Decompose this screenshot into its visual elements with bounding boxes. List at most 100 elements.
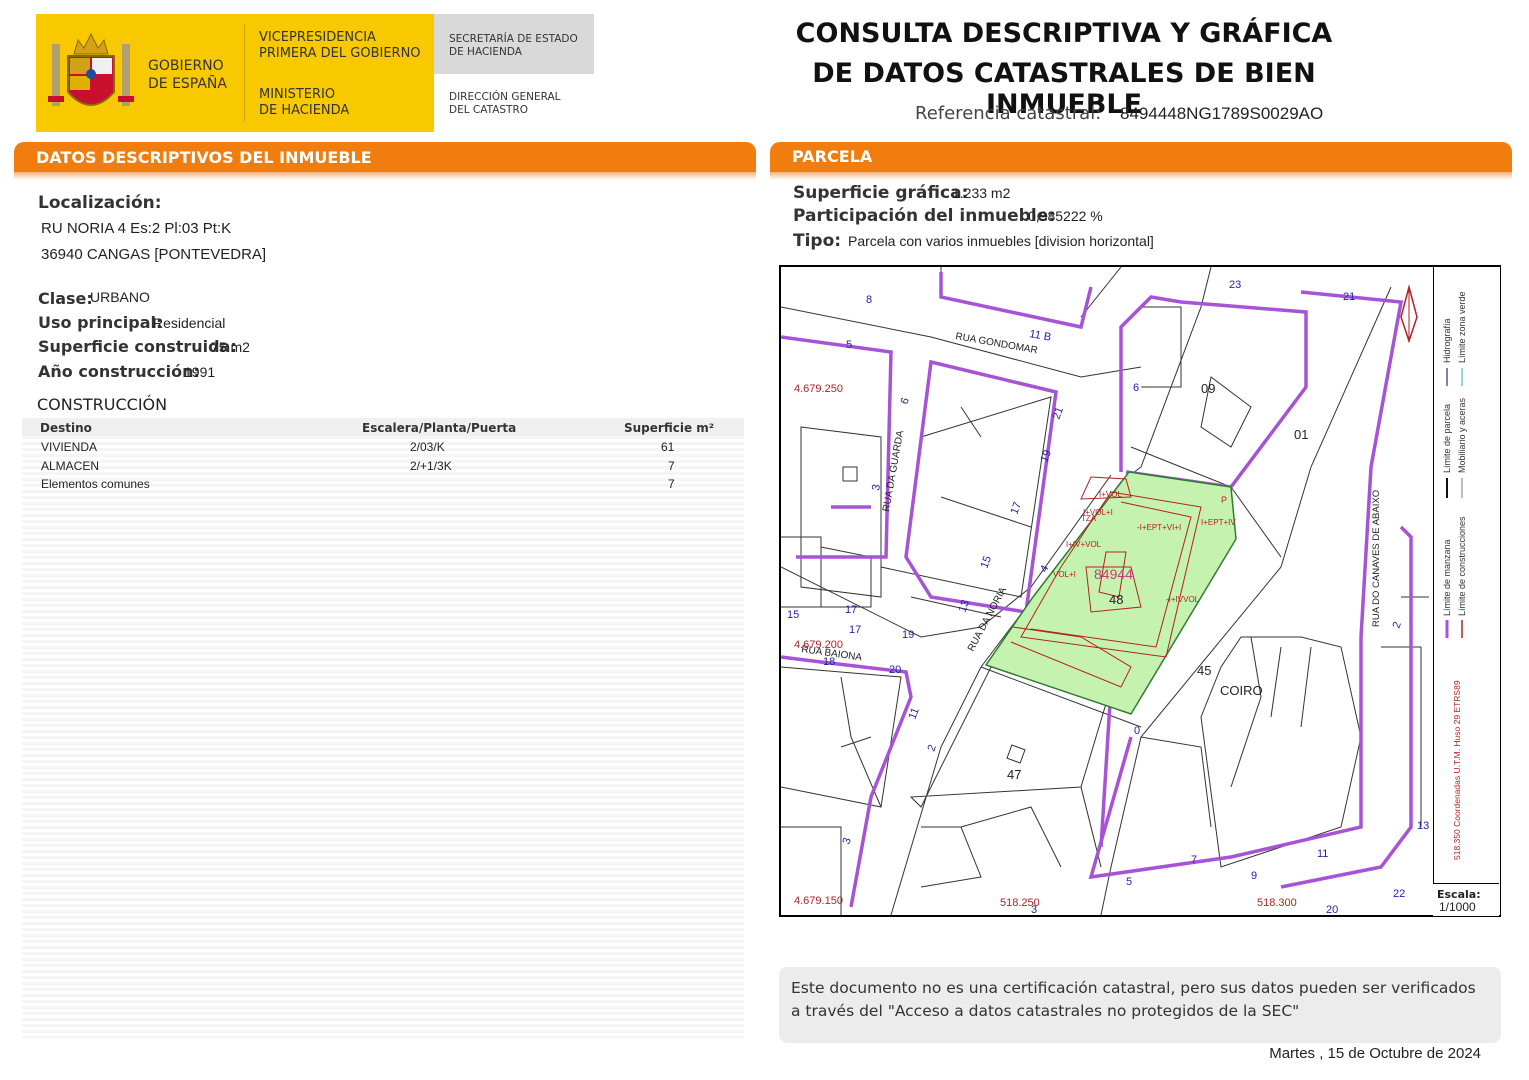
direccion-line1: DIRECCIÓN GENERAL <box>449 91 561 103</box>
coord-x2: 518.300 <box>1257 897 1297 909</box>
legend-mobiliario: Mobiliario y aceras <box>1457 397 1467 473</box>
tipo-value: Parcela con varios inmuebles [division h… <box>848 233 1154 249</box>
map-number: 5 <box>846 339 852 351</box>
clase-label: Clase: <box>38 289 93 308</box>
map-number: 6 <box>899 396 912 406</box>
parcel-ref: 84944 <box>1094 566 1133 582</box>
map-number: 23 <box>1229 279 1241 291</box>
map-number: 13 <box>957 598 972 614</box>
table-row-destino: ALMACEN <box>41 459 100 473</box>
map-drawing: 48 45 47 09 01 COIRO RUA GONDOMAR RUA DA… <box>781 267 1429 915</box>
section-header-parcela: PARCELA <box>770 142 1512 180</box>
street-canaves: RUA DO CANAVES DE ABAIXO <box>1371 490 1382 627</box>
anio-value: 1991 <box>184 364 216 380</box>
th-destino: Destino <box>40 421 92 435</box>
coord-x1: 518.250 <box>1000 897 1040 909</box>
page-title-line1: CONSULTA DESCRIPTIVA Y GRÁFICA <box>795 18 1333 49</box>
map-number: 21 <box>1343 291 1355 303</box>
legend-construcciones: Límite de construcciones <box>1457 516 1467 616</box>
map-number: 9 <box>1251 870 1257 882</box>
map-number: 17 <box>845 604 857 616</box>
map-label-coiro: COIRO <box>1220 683 1263 698</box>
map-number: 3 <box>841 836 854 846</box>
secretaria-line2: DE HACIENDA <box>449 46 522 59</box>
vol-label: -I+EPT+VI+I <box>1137 523 1181 532</box>
vol-label: I+VOL <box>1099 490 1122 499</box>
ref-label: Referencia catastral: <box>915 103 1102 124</box>
th-escalera: Escalera/Planta/Puerta <box>362 421 517 435</box>
table-row-epp: 2/03/K <box>410 440 445 454</box>
map-number: P <box>1221 495 1227 505</box>
scale-value: 1/1000 <box>1439 900 1476 914</box>
coord-y3: 4.679.150 <box>794 895 843 907</box>
map-number: 21 <box>1051 405 1066 421</box>
uso-label: Uso principal: <box>38 313 163 332</box>
map-number: 11 <box>907 706 922 721</box>
participacion-label: Participación del inmueble: <box>793 206 1056 226</box>
logo-divider <box>244 24 245 122</box>
street-guarda: RUA DA GUARDA <box>881 429 906 512</box>
vice-line2: PRIMERA DEL GOBIERNO <box>259 46 421 62</box>
map-number: 6 <box>1133 382 1139 394</box>
direccion-line2: DEL CATASTRO <box>449 104 529 117</box>
construccion-table <box>22 418 744 1038</box>
legend-hidrografia: Hidrografía <box>1442 318 1452 363</box>
clase-value: URBANO <box>90 289 150 305</box>
map-label-45: 45 <box>1197 663 1211 678</box>
map-label-47: 47 <box>1007 767 1021 782</box>
map-number: 20 <box>1326 904 1338 915</box>
north-arrow-icon <box>1400 284 1418 344</box>
secretaria-line1: SECRETARÍA DE ESTADO <box>449 33 578 45</box>
sup-grafica-label: Superficie gráfica: <box>793 183 969 203</box>
vol-label: VOL+I <box>1053 570 1076 579</box>
superficie-label: Superficie construida: <box>38 337 237 356</box>
localizacion-label: Localización: <box>38 193 162 213</box>
coord-y2: 4.679.200 <box>794 639 843 651</box>
coord-y1: 4.679.250 <box>794 383 843 395</box>
superficie-value: 75 m2 <box>211 339 250 355</box>
map-number: 15 <box>787 609 799 621</box>
table-row-sup: 61 <box>661 440 675 454</box>
map-number: 11 B <box>1028 328 1052 344</box>
legend-manzana: Límite de manzana <box>1442 539 1452 616</box>
section-title-descriptivos: DATOS DESCRIPTIVOS DEL INMUEBLE <box>36 148 372 167</box>
map-number: 17 <box>1009 500 1024 516</box>
map-number: 17 <box>849 624 861 636</box>
ministry-line1: MINISTERIO <box>259 87 336 102</box>
sup-grafica-value: 1.233 m2 <box>952 185 1011 201</box>
gov-name-line1: GOBIERNO <box>148 58 224 74</box>
document-date: Martes , 15 de Octubre de 2024 <box>1269 1045 1481 1062</box>
table-row-destino: Elementos comunes <box>41 477 150 491</box>
vol-label: I+EPT+IV <box>1201 518 1236 527</box>
legend-parcela: Límite de parcela <box>1442 404 1452 473</box>
ref-value: 8494448NG1789S0029AO <box>1120 104 1324 123</box>
vol-label: TZA <box>1081 514 1097 523</box>
tipo-label: Tipo: <box>793 231 842 251</box>
anio-label: Año construcción: <box>38 362 200 381</box>
table-row-epp: 2/+1/3K <box>410 459 452 473</box>
ministry-line2: DE HACIENDA <box>259 103 350 119</box>
map-number: 8 <box>866 294 872 306</box>
address-line2: 36940 CANGAS [PONTEVEDRA] <box>41 246 267 263</box>
gov-name-line2: DE ESPAÑA <box>148 75 227 92</box>
map-number: 4 <box>1038 563 1051 574</box>
legend-coords: 518.350 Coordenadas U.T.M. Huso 29 ETRS8… <box>1452 680 1462 860</box>
map-number: 13 <box>1417 820 1429 832</box>
coat-of-arms-icon <box>48 32 134 106</box>
map-label-09: 09 <box>1201 381 1215 396</box>
map-number: 18 <box>823 656 835 668</box>
table-row-destino: VIVIENDA <box>41 440 98 454</box>
map-number: 0 <box>1134 725 1140 737</box>
table-row-sup: 7 <box>668 459 675 473</box>
map-number: 15 <box>979 554 994 570</box>
map-number: 22 <box>1393 888 1405 900</box>
address-line1: RU NORIA 4 Es:2 Pl:03 Pt:K <box>41 220 232 237</box>
disclaimer-notice: Este documento no es una certificación c… <box>779 967 1501 1043</box>
map-number: 20 <box>889 664 901 676</box>
section-header-descriptivos: DATOS DESCRIPTIVOS DEL INMUEBLE <box>14 142 756 180</box>
vol-label: I+IV+VOL <box>1066 540 1102 549</box>
uso-value: Residencial <box>153 315 226 331</box>
th-superficie: Superficie m² <box>624 421 715 435</box>
map-label-48: 48 <box>1109 592 1123 607</box>
legend-zona-verde: Límite zona verde <box>1457 291 1467 363</box>
